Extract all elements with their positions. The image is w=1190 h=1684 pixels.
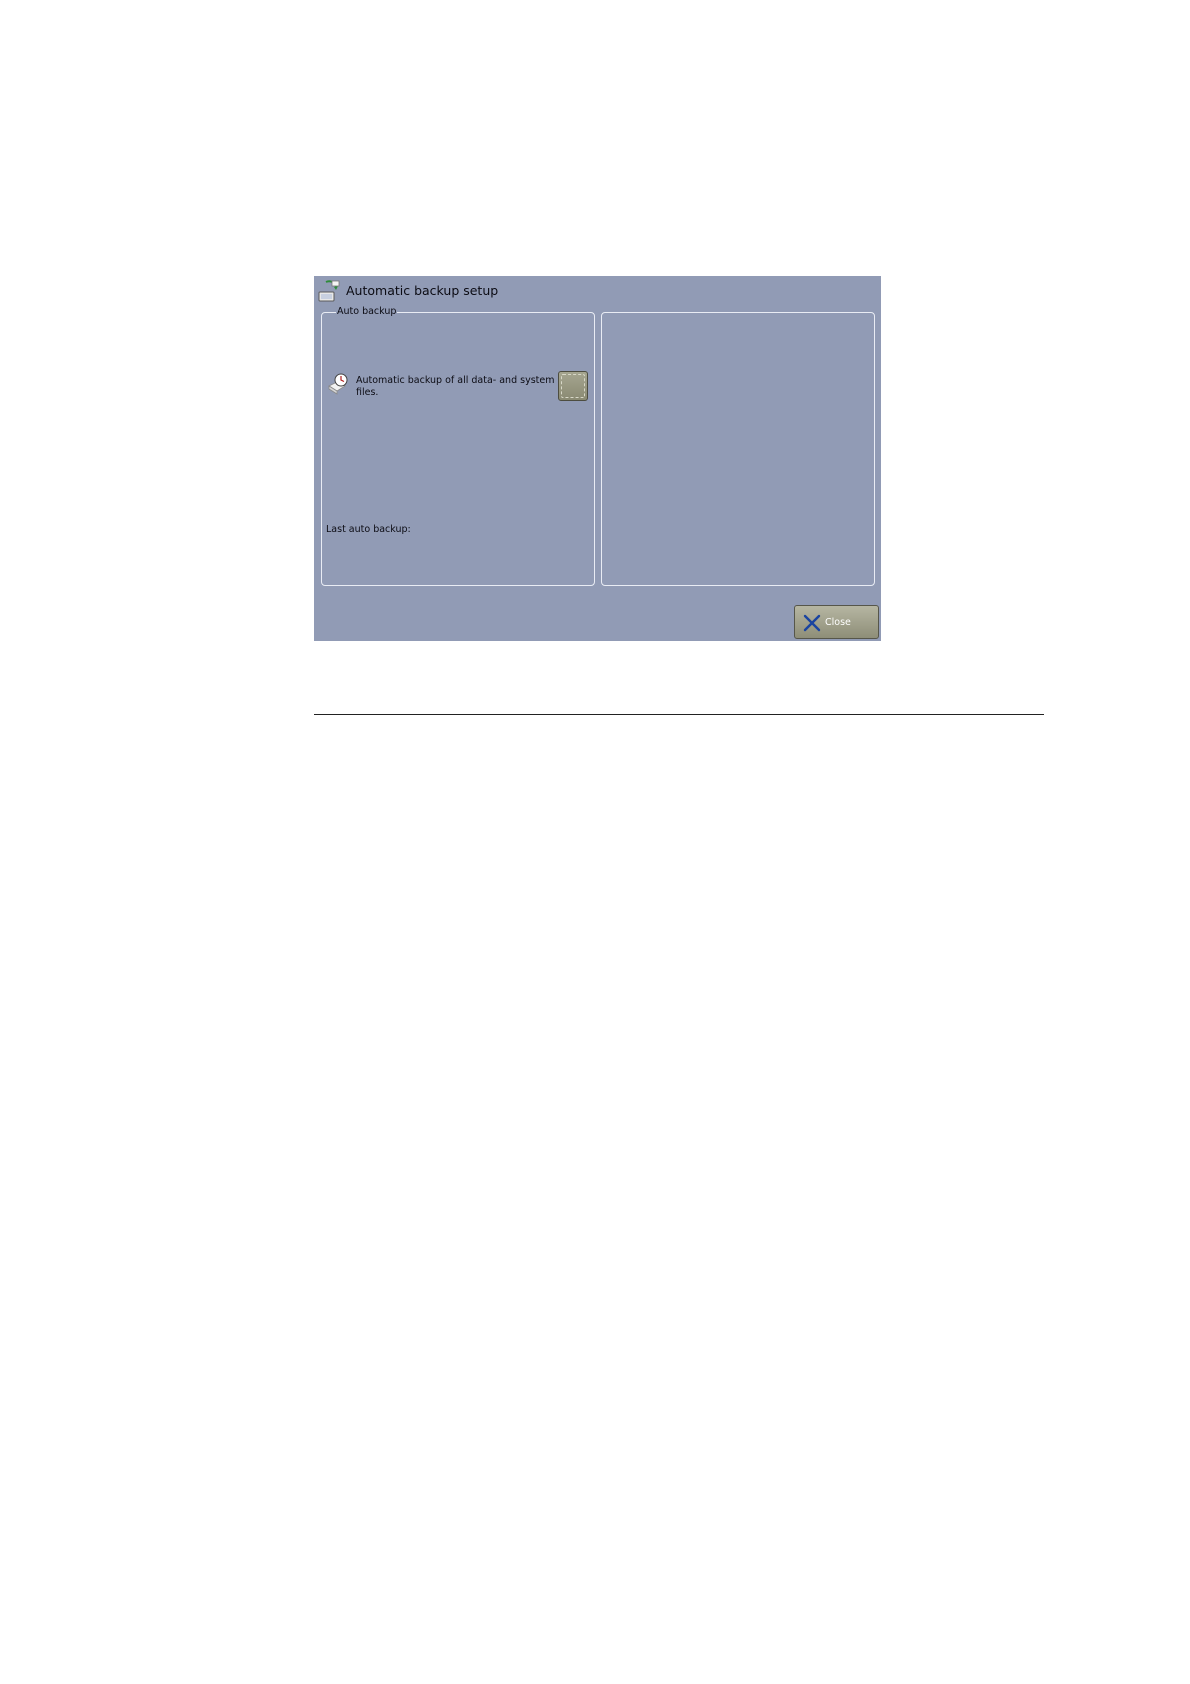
close-button-label: Close <box>825 617 851 628</box>
backup-setup-screen: Automatic backup setup Auto backup Autom… <box>314 276 881 641</box>
auto-backup-option-label: Automatic backup of all data- and system… <box>356 375 555 398</box>
last-auto-backup-label: Last auto backup: <box>326 524 411 535</box>
page-divider <box>314 714 1044 715</box>
title-bar: Automatic backup setup <box>314 276 881 308</box>
clock-backup-icon <box>328 373 348 395</box>
close-button[interactable]: Close <box>794 605 879 639</box>
auto-backup-toggle[interactable] <box>558 371 588 401</box>
backup-setup-icon <box>318 280 340 302</box>
auto-backup-panel: Auto backup Automatic backup of all data… <box>321 307 595 586</box>
details-panel <box>601 312 875 586</box>
auto-backup-legend: Auto backup <box>337 306 397 317</box>
window-title: Automatic backup setup <box>346 283 499 298</box>
close-icon <box>803 614 821 632</box>
